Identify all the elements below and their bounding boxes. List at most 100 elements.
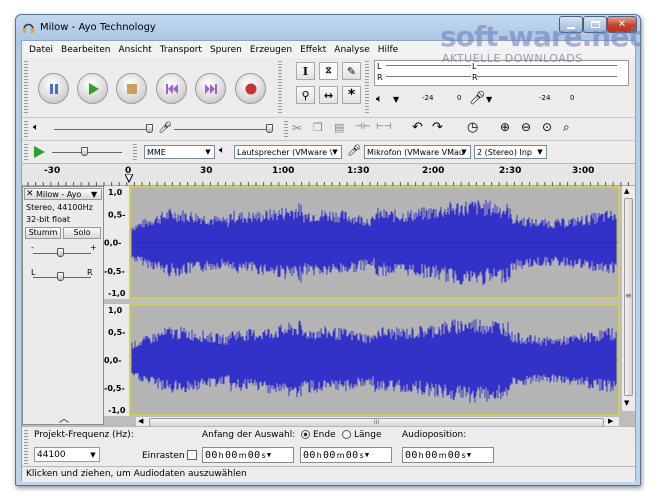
ruler-label: 1:00 xyxy=(272,166,295,176)
scroll-left-icon[interactable]: ◀ xyxy=(138,417,143,425)
silence-icon[interactable]: ⊢⊣ xyxy=(376,122,392,132)
hours-unit: h xyxy=(418,450,425,460)
skip-start-button[interactable] xyxy=(156,73,187,104)
double-arrow-icon: ↔ xyxy=(323,88,334,102)
multi-tool-button[interactable]: * xyxy=(342,86,361,104)
start-seconds: 00 xyxy=(247,449,261,461)
amplitude-tick: 1,0 xyxy=(108,188,123,197)
zoom-in-icon[interactable]: ⊕ xyxy=(500,120,510,134)
envelope-tool-button[interactable]: ⧖ xyxy=(319,62,338,80)
window-title: Milow - Ayo Technology xyxy=(40,22,156,33)
menu-item-3[interactable]: Transport xyxy=(156,45,206,55)
play-at-speed-icon[interactable] xyxy=(33,146,45,158)
vertical-scrollbar[interactable]: ▲ ≡ ▼ xyxy=(621,186,635,411)
fit-project-icon[interactable]: ⌕ xyxy=(563,120,570,135)
collapse-track-icon[interactable]: ︿ xyxy=(53,410,75,425)
audio-host-select[interactable]: MME ▼ xyxy=(144,145,215,159)
input-channels-select[interactable]: 2 (Stereo) Inp ▼ xyxy=(474,145,547,159)
selection-tool-button[interactable]: I xyxy=(296,62,315,80)
vertical-scroll-thumb[interactable]: ≡ xyxy=(624,198,633,396)
selection-start-timecode[interactable]: 00 h 00 m 00 s ▼ xyxy=(202,447,294,463)
scroll-up-icon[interactable]: ▲ xyxy=(624,187,629,195)
solo-button[interactable]: Solo xyxy=(63,227,101,239)
scroll-down-icon[interactable]: ▼ xyxy=(624,399,629,407)
gain-thumb[interactable] xyxy=(57,248,64,257)
trim-icon[interactable]: ⊣⊢ xyxy=(355,122,371,132)
status-bar: Klicken und ziehen, um Audiodaten auszuw… xyxy=(22,466,635,482)
track-title-bar[interactable]: ✕ Milow - Ayo ▼ xyxy=(24,188,102,200)
pan-thumb[interactable] xyxy=(57,272,64,281)
audio-position-timecode[interactable]: 00 h 00 m 00 s ▼ xyxy=(402,447,494,463)
play-button[interactable] xyxy=(77,73,108,104)
record-button[interactable] xyxy=(235,73,266,104)
input-device-select[interactable]: Mikrofon (VMware VMau ▼ xyxy=(364,145,471,159)
input-channels-value: 2 (Stereo) Inp xyxy=(477,147,532,157)
copy-icon[interactable]: ❐ xyxy=(313,121,323,134)
pause-button[interactable] xyxy=(38,73,69,104)
undo-icon[interactable]: ↶ xyxy=(412,120,423,135)
menu-item-7[interactable]: Analyse xyxy=(330,45,373,55)
toolbar-grip[interactable] xyxy=(365,61,369,115)
ibeam-icon: I xyxy=(302,64,309,78)
amplitude-tick: 0,5- xyxy=(108,328,126,337)
meter-menu-arrow[interactable]: ▼ xyxy=(393,95,399,104)
end-radio[interactable] xyxy=(301,430,310,439)
waveform-view[interactable]: 1,0 0,5- 0,0- -0,5- -1,0 1,0 0,5- 0,0- -0,5- -1,0 xyxy=(104,186,621,416)
end-option-label: Ende xyxy=(313,430,336,440)
scroll-right-icon[interactable]: ▶ xyxy=(608,417,613,425)
cut-icon[interactable]: ✂ xyxy=(292,121,302,135)
menu-item-6[interactable]: Effekt xyxy=(296,45,330,55)
toolbar-grip[interactable] xyxy=(133,144,137,161)
output-volume-thumb[interactable] xyxy=(146,124,153,133)
headphones-icon xyxy=(23,23,34,33)
toolbar-grip[interactable] xyxy=(24,430,28,464)
microphone-icon[interactable]: 🎤︎ xyxy=(469,91,486,106)
menu-item-8[interactable]: Hilfe xyxy=(374,45,402,55)
menu-item-4[interactable]: Spuren xyxy=(206,45,246,55)
timeshift-tool-button[interactable]: ↔ xyxy=(319,86,338,104)
menu-item-1[interactable]: Bearbeiten xyxy=(57,45,114,55)
output-device-select[interactable]: Lautsprecher (VMware \ ▼ xyxy=(234,145,342,159)
minutes-unit: m xyxy=(438,450,447,460)
menu-item-2[interactable]: Ansicht xyxy=(114,45,155,55)
toolbar-grip[interactable] xyxy=(24,121,28,138)
redo-icon[interactable]: ↷ xyxy=(432,120,443,135)
speaker-icon[interactable]: 🔈︎ xyxy=(376,92,383,106)
input-volume-thumb[interactable] xyxy=(266,124,273,133)
mute-button[interactable]: Stumm xyxy=(25,227,61,239)
output-volume-slider[interactable] xyxy=(54,129,149,130)
zoom-out-icon[interactable]: ⊖ xyxy=(521,120,531,134)
toolbar-grip[interactable] xyxy=(24,144,28,161)
skip-end-button[interactable] xyxy=(195,73,226,104)
sync-lock-icon[interactable]: ◷ xyxy=(467,120,478,135)
draw-tool-button[interactable]: ✎ xyxy=(342,62,361,80)
input-volume-slider[interactable] xyxy=(174,129,269,130)
watermark-tagline: AKTUELLE DOWNLOADS xyxy=(442,52,583,65)
ruler-ticks xyxy=(27,182,629,186)
menu-item-0[interactable]: Datei xyxy=(25,45,57,55)
paste-icon[interactable]: ▤ xyxy=(334,121,344,134)
track-menu-arrow-icon[interactable]: ▼ xyxy=(91,190,97,199)
project-rate-label: Projekt-Frequenz (Hz): xyxy=(34,430,134,440)
meter-menu-arrow[interactable]: ▼ xyxy=(486,95,492,104)
close-track-icon[interactable]: ✕ xyxy=(26,189,34,199)
snap-checkbox[interactable] xyxy=(187,450,197,460)
fit-selection-icon[interactable]: ⊙ xyxy=(542,120,552,134)
track-area: ✕ Milow - Ayo ▼ Stereo, 44100Hz 32-bit f… xyxy=(22,186,635,429)
toolbar-grip[interactable] xyxy=(284,121,288,138)
menu-item-5[interactable]: Erzeugen xyxy=(246,45,296,55)
timeline-ruler[interactable]: -30 0 30 1:00 1:30 2:00 2:30 3:00 xyxy=(22,164,635,186)
amplitude-tick: 1,0 xyxy=(108,306,123,315)
track-format-info: Stereo, 44100Hz xyxy=(26,203,93,212)
zoom-tool-button[interactable]: ⚲ xyxy=(296,86,315,104)
toolbar-grip[interactable] xyxy=(278,61,282,115)
audacity-client: Datei Bearbeiten Ansicht Transport Spuren Erz… xyxy=(21,40,636,482)
project-rate-select[interactable]: 44100 ▼ xyxy=(34,447,100,462)
toolbar-grip[interactable] xyxy=(24,61,28,115)
length-radio[interactable] xyxy=(342,430,351,439)
amplitude-tick: 0,5- xyxy=(108,210,126,219)
playhead-icon[interactable] xyxy=(125,174,133,186)
stop-button[interactable] xyxy=(116,73,147,104)
selection-end-timecode[interactable]: 00 h 00 m 00 s ▼ xyxy=(300,447,392,463)
play-speed-thumb[interactable] xyxy=(81,147,88,156)
